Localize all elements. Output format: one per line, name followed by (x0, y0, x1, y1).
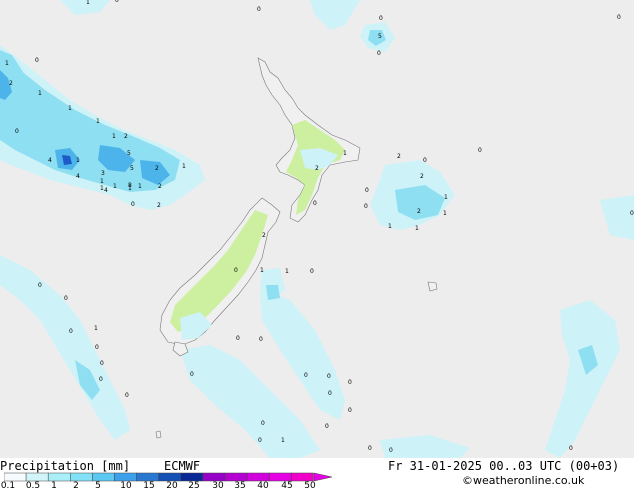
precip-value-label: 1 (94, 325, 98, 332)
legend-swatch (158, 472, 182, 482)
precip-value-label: 2 (262, 232, 266, 239)
precip-value-label: 0 (364, 203, 368, 210)
precip-value-label: 1 (285, 268, 289, 275)
precip-value-label: 1 (86, 0, 90, 6)
precip-value-label: 0 (310, 268, 314, 275)
precip-value-label: 0 (99, 376, 103, 383)
precip-value-label: 0 (313, 200, 317, 207)
precip-value-label: 4 (76, 173, 80, 180)
legend-swatch (92, 472, 115, 482)
footer: Precipitation [mm] ECMWF Fr 31-01-2025 0… (0, 458, 634, 491)
precip-value-label: 2 (417, 208, 421, 215)
precip-value-label: 0 (15, 128, 19, 135)
precipitation-map: 1005010201112413521415812114110212002021… (0, 0, 634, 458)
precip-value-label: 1 (343, 150, 347, 157)
precip-value-label: 1 (260, 267, 264, 274)
precip-value-label: 0 (35, 57, 39, 64)
precip-value-label: 0 (348, 407, 352, 414)
precip-value-label: 1 (68, 105, 72, 112)
precip-value-label: 2 (157, 202, 161, 209)
legend-swatch (70, 472, 93, 482)
precip-value-label: 0 (236, 335, 240, 342)
precip-value-label: 1 (415, 225, 419, 232)
precip-value-label: 0 (125, 392, 129, 399)
precip-value-label: 0 (630, 210, 634, 217)
precip-value-label: 0 (261, 420, 265, 427)
precip-value-label: 1 (100, 178, 104, 185)
precip-value-label: 0 (257, 6, 261, 13)
precip-value-label: 5 (378, 33, 382, 40)
precip-value-label: 1 (444, 194, 448, 201)
precip-value-label: 1 (138, 183, 142, 190)
precip-value-label: 0 (389, 447, 393, 454)
precip-value-label: 5 (127, 150, 131, 157)
precip-value-label: 2 (155, 165, 159, 172)
legend-swatch (114, 472, 137, 482)
precip-value-label: 1 (182, 163, 186, 170)
precip-value-label: 1 (388, 223, 392, 230)
precip-value-label: 2 (9, 80, 13, 87)
legend-swatch (25, 472, 49, 482)
precip-value-label: 0 (234, 267, 238, 274)
precip-value-label: 0 (423, 157, 427, 164)
precip-area-cook-core (266, 285, 280, 300)
precip-value-label: 0 (377, 50, 381, 57)
precip-value-label: 4 (48, 157, 52, 164)
precip-value-label: 0 (379, 15, 383, 22)
legend-swatch (224, 472, 248, 482)
precip-value-label: 1 (38, 90, 42, 97)
legend-swatch (202, 472, 226, 482)
precip-value-label: 0 (348, 379, 352, 386)
precip-value-label: 1 (281, 437, 285, 444)
legend-swatch (246, 472, 270, 482)
precip-value-label: 0 (617, 14, 621, 21)
precip-value-label: 0 (325, 423, 329, 430)
precip-value-label: 1 (76, 157, 80, 164)
precip-value-label: 5 (130, 165, 134, 172)
precip-value-label: 0 (328, 390, 332, 397)
precip-value-label: 1 (112, 133, 116, 140)
precip-value-label: 0 (131, 201, 135, 208)
precip-value-label: 0 (100, 360, 104, 367)
precip-value-label: 0 (365, 187, 369, 194)
precip-value-label: 2 (158, 183, 162, 190)
legend-swatch (4, 472, 27, 482)
precip-value-label: 2 (397, 153, 401, 160)
map-title: Precipitation [mm] (0, 459, 131, 473)
precip-value-label: 1 (443, 210, 447, 217)
legend-swatch (268, 472, 292, 482)
legend-arrow (313, 472, 333, 482)
precip-value-label: 0 (115, 0, 119, 4)
precip-value-label: 0 (259, 336, 263, 343)
precip-value-label: 0 (327, 373, 331, 380)
precip-value-label: 3 (101, 170, 105, 177)
precip-value-label: 0 (64, 295, 68, 302)
map-canvas: 1 00501 02011124 1352 14158 1 21141 10 212002021… (0, 0, 634, 458)
precip-value-label: 0 (95, 344, 99, 351)
legend-swatch (180, 472, 204, 482)
precip-value-label: 0 (368, 445, 372, 452)
precip-value-label: 2 (124, 133, 128, 140)
precip-value-label: 0 (258, 437, 262, 444)
precip-value-label: 0 (38, 282, 42, 289)
precip-value-label: 0 (304, 372, 308, 379)
precip-value-label: 2 (315, 165, 319, 172)
precip-value-label: 0 (569, 445, 573, 452)
precip-value-label: 4 (104, 187, 108, 194)
auckland-islands (155, 430, 162, 439)
precip-value-label: 1 (96, 118, 100, 125)
precip-value-label: 1 (5, 60, 9, 67)
precip-value-label: 1 (128, 185, 132, 192)
precip-value-label: 2 (420, 173, 424, 180)
precip-value-label: 1 (113, 183, 117, 190)
precip-value-label: 0 (478, 147, 482, 154)
legend-swatch (136, 472, 159, 482)
model-name: ECMWF (164, 459, 201, 473)
precip-value-label: 0 (69, 328, 73, 335)
precip-value-label: 0 (190, 371, 194, 378)
valid-time: Fr 31-01-2025 00..03 UTC (00+03) (388, 459, 620, 473)
legend-swatch (291, 472, 314, 482)
legend-swatch (47, 472, 71, 482)
